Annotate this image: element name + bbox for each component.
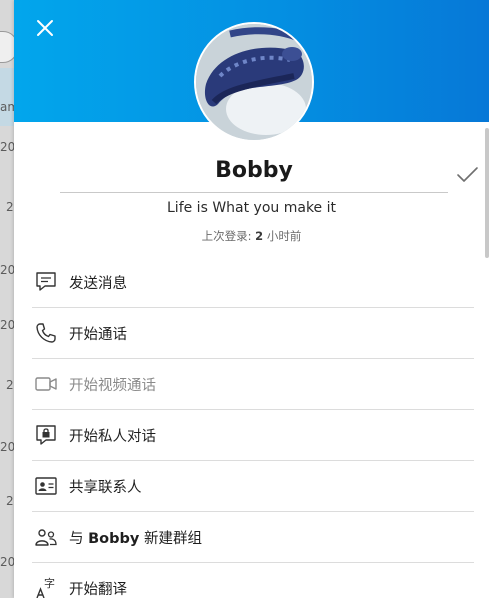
start-private-conversation-label: 开始私人对话	[69, 429, 156, 445]
create-group-contact-name: Bobby	[88, 531, 140, 547]
phone-icon	[36, 323, 56, 343]
profile-action-menu: 发送消息 开始通话 开始视频通话 开始私人对话 共享联系人 与 Bobby 新建…	[32, 257, 474, 598]
avatar-photo	[196, 24, 312, 140]
start-translation-item[interactable]: 字 开始翻译	[32, 563, 474, 598]
create-group-prefix: 与	[69, 531, 89, 547]
start-translation-label: 开始翻译	[69, 582, 127, 598]
avatar[interactable]	[194, 22, 314, 142]
video-camera-icon	[35, 377, 57, 391]
translate-icon: 字	[36, 576, 55, 598]
start-video-call-item[interactable]: 开始视频通话	[32, 359, 474, 410]
contact-card-icon	[35, 477, 57, 495]
last-seen-value: 2	[255, 229, 264, 243]
start-video-call-label: 开始视频通话	[69, 378, 156, 394]
last-seen: 上次登录: 2 小时前	[14, 228, 489, 244]
last-seen-suffix: 小时前	[263, 229, 302, 243]
status-message: Life is What you make it	[167, 200, 336, 216]
start-call-label: 开始通话	[69, 327, 127, 343]
confirm-button[interactable]	[454, 162, 480, 188]
name-underline	[60, 192, 448, 193]
send-message-item[interactable]: 发送消息	[32, 257, 474, 308]
last-seen-prefix: 上次登录:	[201, 229, 256, 243]
checkmark-icon	[457, 167, 478, 182]
private-chat-lock-icon	[36, 425, 56, 445]
send-message-label: 发送消息	[69, 276, 127, 292]
close-icon	[37, 20, 53, 36]
profile-panel: Bobby Life is What you make it 上次登录: 2 小…	[14, 0, 489, 598]
group-icon	[35, 529, 57, 546]
create-group-item[interactable]: 与 Bobby 新建群组	[32, 512, 474, 563]
close-button[interactable]	[34, 17, 56, 39]
create-group-suffix: 新建群组	[139, 531, 202, 547]
share-contact-item[interactable]: 共享联系人	[32, 461, 474, 512]
start-call-item[interactable]: 开始通话	[32, 308, 474, 359]
share-contact-label: 共享联系人	[69, 480, 142, 496]
chat-icon	[36, 272, 56, 291]
start-private-conversation-item[interactable]: 开始私人对话	[32, 410, 474, 461]
create-group-label: 与 Bobby 新建群组	[69, 527, 202, 548]
svg-text:字: 字	[44, 576, 55, 590]
profile-name[interactable]: Bobby	[60, 158, 448, 183]
